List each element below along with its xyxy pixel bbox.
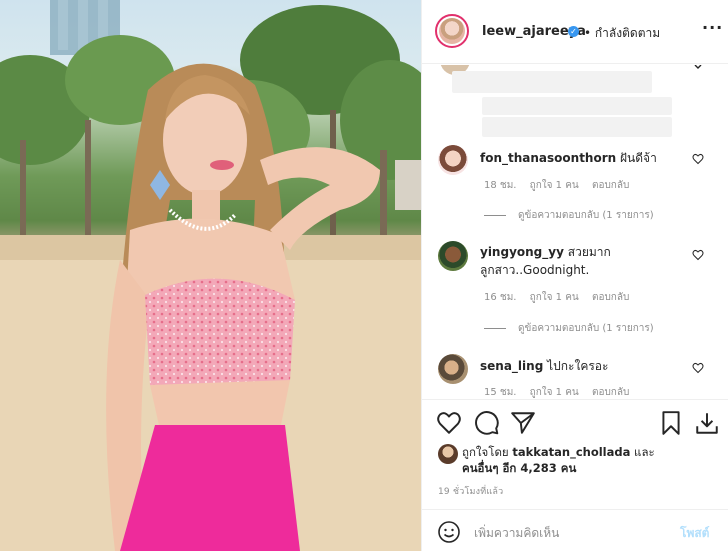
blurred-comment	[452, 71, 652, 93]
view-replies-label[interactable]: ดูข้อความตอบกลับ (1 รายการ)	[518, 208, 654, 223]
photo-illustration	[0, 0, 421, 551]
comment-input[interactable]: เพิ่มความคิดเห็น	[474, 524, 559, 543]
view-replies[interactable]: ดูข้อความตอบกลับ (1 รายการ)	[484, 321, 654, 336]
liked-by-user[interactable]: takkatan_chollada	[512, 445, 630, 459]
like-comment-heart-icon[interactable]	[692, 153, 704, 165]
comment-meta: 15 ชม. ถูกใจ 1 คน ตอบกลับ	[484, 385, 639, 399]
blurred-comment	[482, 97, 672, 115]
verified-icon: ✓	[568, 26, 579, 37]
post-comment-button[interactable]: โพสต์	[680, 524, 709, 543]
follow-status[interactable]: • กำลังติดตาม	[584, 24, 660, 43]
comment-likes[interactable]: ถูกใจ 1 คน	[530, 387, 579, 398]
comments-list[interactable]: fon_thanasoonthorn ฝันดีจ้า 18 ชม. ถูกใจ…	[422, 65, 728, 399]
blurred-comment	[482, 117, 672, 137]
comment-text: ฝันดีจ้า	[620, 151, 657, 165]
view-replies[interactable]: ดูข้อความตอบกลับ (1 รายการ)	[484, 208, 654, 223]
comment-body: sena_ling ไปกะใครอะ	[480, 357, 608, 376]
post-header: leew_ajareeya ✓ • กำลังติดตาม ···	[422, 0, 728, 64]
liked-by-prefix: ถูกใจโดย	[462, 445, 509, 459]
comment-username[interactable]: yingyong_yy	[480, 245, 564, 259]
post-actions: ถูกใจโดย takkatan_chollada และ คนอื่นๆ อ…	[422, 399, 728, 551]
view-replies-label[interactable]: ดูข้อความตอบกลับ (1 รายการ)	[518, 321, 654, 336]
chevron-down-icon[interactable]	[692, 65, 704, 73]
share-icon[interactable]	[510, 410, 536, 436]
like-comment-heart-icon[interactable]	[692, 249, 704, 261]
comment-body: fon_thanasoonthorn ฝันดีจ้า	[480, 149, 657, 168]
comment-username[interactable]: fon_thanasoonthorn	[480, 151, 616, 165]
comment-meta: 16 ชม. ถูกใจ 1 คน ตอบกลับ	[484, 290, 639, 305]
comment-meta: 18 ชม. ถูกใจ 1 คน ตอบกลับ	[484, 178, 639, 193]
comment-body: yingyong_yy สวยมาก	[480, 243, 611, 262]
comment-username[interactable]: sena_ling	[480, 359, 543, 373]
bookmark-icon[interactable]	[658, 410, 684, 436]
comment-icon[interactable]	[474, 410, 500, 436]
post-photo[interactable]	[0, 0, 421, 551]
reply-button[interactable]: ตอบกลับ	[592, 292, 629, 303]
liked-by-and: และ	[634, 445, 655, 459]
reply-button[interactable]: ตอบกลับ	[592, 387, 629, 398]
liked-by-avatar[interactable]	[438, 444, 458, 464]
replies-dash	[484, 328, 506, 329]
liked-by-others[interactable]: คนอื่นๆ อีก 4,283 คน	[462, 460, 576, 478]
more-options-icon[interactable]: ···	[702, 18, 723, 37]
like-comment-heart-icon[interactable]	[692, 362, 704, 374]
replies-dash	[484, 215, 506, 216]
comment-text-line2: ลูกสาว..Goodnight.	[480, 263, 590, 277]
comment-likes[interactable]: ถูกใจ 1 คน	[530, 292, 579, 303]
comment-time: 16 ชม.	[484, 292, 517, 303]
reply-button[interactable]: ตอบกลับ	[592, 180, 629, 191]
download-icon[interactable]	[694, 410, 720, 436]
comment-likes[interactable]: ถูกใจ 1 คน	[530, 180, 579, 191]
emoji-icon[interactable]	[437, 520, 461, 544]
comment-avatar[interactable]	[438, 241, 468, 271]
comment-avatar[interactable]	[438, 354, 468, 384]
add-comment-bar: เพิ่มความคิดเห็น โพสต์	[422, 509, 728, 551]
comment-avatar[interactable]	[438, 145, 468, 175]
post-timestamp[interactable]: 19 ชั่วโมงที่แล้ว	[438, 484, 503, 498]
comment-text: สวยมาก	[567, 245, 611, 259]
author-avatar[interactable]	[435, 14, 469, 48]
comment-time: 18 ชม.	[484, 180, 517, 191]
comment-text: ไปกะใครอะ	[547, 359, 609, 373]
post-side-panel: leew_ajareeya ✓ • กำลังติดตาม ··· fon_th…	[421, 0, 728, 551]
heart-icon[interactable]	[436, 410, 462, 436]
comment-time: 15 ชม.	[484, 387, 517, 398]
